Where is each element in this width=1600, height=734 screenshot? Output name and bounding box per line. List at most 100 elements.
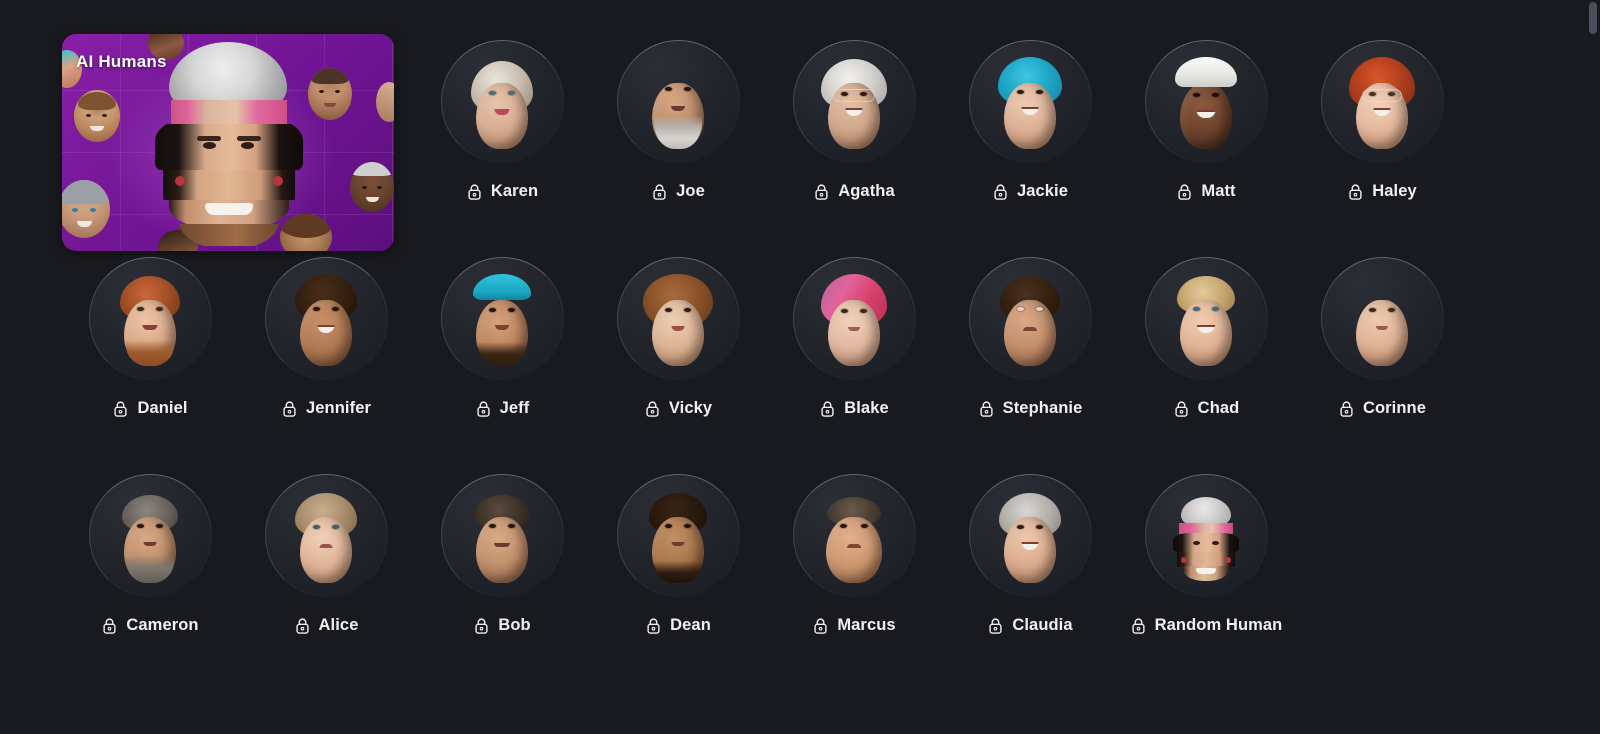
avatar-tile-jennifer[interactable]: Jennifer [238, 247, 414, 464]
lock-icon [819, 400, 836, 418]
avatar-tile-blake[interactable]: Blake [766, 247, 942, 464]
lock-icon [644, 400, 661, 418]
avatar-name: Marcus [837, 616, 896, 634]
lock-icon [1176, 183, 1193, 201]
avatar-tile-daniel[interactable]: Daniel [62, 247, 238, 464]
avatar-face-cameron [112, 491, 188, 583]
avatar-face-joe [640, 57, 716, 149]
avatar-face-jennifer [288, 274, 364, 366]
avatar-tile-corinne[interactable]: Corinne [1294, 247, 1470, 464]
avatar-name: Haley [1372, 182, 1417, 200]
avatar-ring [792, 40, 916, 163]
banner-face-right-hat-woman [350, 162, 394, 212]
avatar-name: Matt [1201, 182, 1236, 200]
banner-face-left-man [74, 90, 120, 142]
avatar-ring [264, 474, 388, 597]
avatar-name: Karen [490, 182, 539, 200]
avatar-label-row: Cameron [101, 616, 199, 635]
avatar-tile-vicky[interactable]: Vicky [590, 247, 766, 464]
avatar-name: Dean [670, 616, 711, 634]
avatar-tile-jackie[interactable]: Jackie [942, 30, 1118, 247]
banner-title: AI Humans [76, 52, 167, 71]
vertical-scrollbar-thumb[interactable] [1589, 2, 1597, 34]
avatar-tile-bob[interactable]: Bob [414, 464, 590, 681]
banner-face-bottom-left-woman [62, 180, 110, 238]
avatar-name: Claudia [1012, 616, 1073, 634]
avatar-tile-joe[interactable]: Joe [590, 30, 766, 247]
avatar-tile-karen[interactable]: Karen [414, 30, 590, 247]
avatar-name: Stephanie [1002, 399, 1083, 417]
avatar-label-row: Joe [651, 182, 705, 201]
avatar-name: Bob [498, 616, 531, 634]
avatar-ring [616, 257, 740, 380]
lock-icon [1130, 617, 1147, 635]
avatar-face-stephanie [992, 274, 1068, 366]
avatar-tile-marcus[interactable]: Marcus [766, 464, 942, 681]
avatar-face-daniel [112, 274, 188, 366]
lock-icon [812, 617, 829, 635]
lock-icon [101, 617, 118, 635]
avatar-label-row: Chad [1173, 399, 1240, 418]
avatar-face-karen [464, 57, 540, 149]
avatar-ring [792, 474, 916, 597]
avatar-face-marcus [816, 491, 892, 583]
avatar-face-jeff [464, 274, 540, 366]
avatar-ring [440, 474, 564, 597]
avatar-tile-cameron[interactable]: Cameron [62, 464, 238, 681]
lock-icon [992, 183, 1009, 201]
avatar-label-row: Karen [466, 182, 538, 201]
avatar-tile-alice[interactable]: Alice [238, 464, 414, 681]
lock-icon [473, 617, 490, 635]
avatar-tile-agatha[interactable]: Agatha [766, 30, 942, 247]
avatar-tile-claudia[interactable]: Claudia [942, 464, 1118, 681]
lock-icon [651, 183, 668, 201]
lock-icon [1347, 183, 1364, 201]
lock-icon [987, 617, 1004, 635]
avatar-name: Alice [318, 616, 359, 634]
avatar-tile-dean[interactable]: Dean [590, 464, 766, 681]
avatar-label-row: Bob [473, 616, 531, 635]
avatar-gallery-page: Karen Joe Agatha Jackie Matt Haley Danie… [0, 0, 1586, 734]
avatar-name: Vicky [668, 399, 713, 417]
avatar-tile-haley[interactable]: Haley [1294, 30, 1470, 247]
avatar-tile-matt[interactable]: Matt [1118, 30, 1294, 247]
avatar-name: Daniel [137, 399, 188, 417]
avatar-label-row: Jackie [992, 182, 1068, 201]
avatar-name: Corinne [1362, 399, 1427, 417]
avatar-label-row: Haley [1347, 182, 1417, 201]
avatar-ring [1320, 40, 1444, 163]
avatar-ring [1320, 257, 1444, 380]
avatar-name: Jackie [1016, 182, 1069, 200]
avatar-face-dean [640, 491, 716, 583]
avatar-face-haley [1344, 57, 1420, 149]
avatar-ring [88, 257, 212, 380]
avatar-label-row: Blake [819, 399, 889, 418]
lock-icon [978, 400, 995, 418]
avatar-face-blake [816, 274, 892, 366]
avatar-tile-chad[interactable]: Chad [1118, 247, 1294, 464]
avatar-label-row: Dean [645, 616, 711, 635]
avatar-name: Agatha [838, 182, 895, 200]
avatar-name: Jeff [499, 399, 530, 417]
avatar-tile-random-human[interactable]: Random Human [1118, 464, 1294, 681]
avatar-ring [440, 40, 564, 163]
avatar-ring [88, 474, 212, 597]
avatar-ring [1144, 40, 1268, 163]
avatar-face-random-human-collage [1168, 491, 1244, 583]
avatar-face-jackie [992, 57, 1068, 149]
lock-icon [475, 400, 492, 418]
avatar-ring [616, 474, 740, 597]
avatar-name: Joe [676, 182, 705, 200]
banner-face-right-edge [376, 82, 394, 122]
avatar-label-row: Vicky [644, 399, 712, 418]
avatar-name: Chad [1197, 399, 1240, 417]
lock-icon [294, 617, 311, 635]
avatar-tile-jeff[interactable]: Jeff [414, 247, 590, 464]
avatar-face-chad [1168, 274, 1244, 366]
vertical-scrollbar-track[interactable] [1586, 0, 1600, 734]
avatar-tile-stephanie[interactable]: Stephanie [942, 247, 1118, 464]
avatar-label-row: Random Human [1130, 616, 1283, 635]
lock-icon [466, 183, 483, 201]
avatar-label-row: Stephanie [978, 399, 1083, 418]
avatar-label-row: Corinne [1338, 399, 1426, 418]
